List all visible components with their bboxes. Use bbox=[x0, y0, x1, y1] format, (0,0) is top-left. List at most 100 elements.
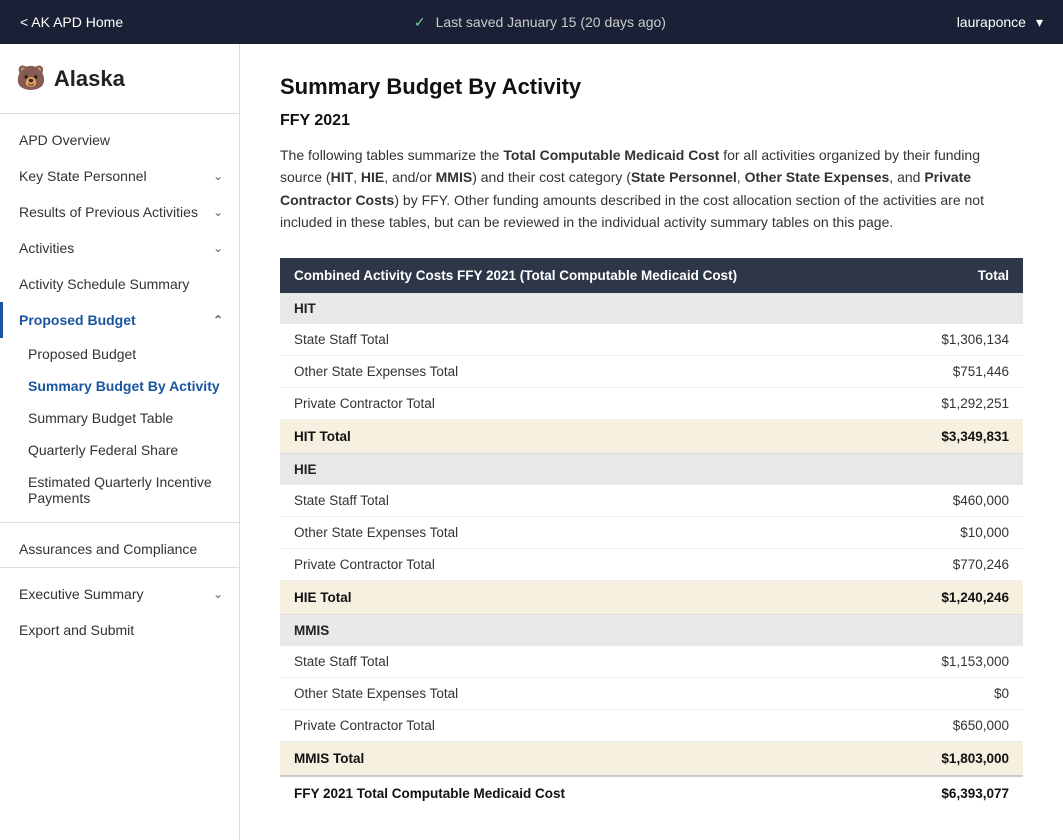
hie-state-staff-label: State Staff Total bbox=[280, 485, 903, 517]
logo-text: Alaska bbox=[54, 66, 125, 92]
table-row: State Staff Total $460,000 bbox=[280, 485, 1023, 517]
sidebar-sub-proposed-budget[interactable]: Proposed Budget bbox=[0, 338, 239, 370]
sidebar-item-results[interactable]: Results of Previous Activities ⌄ bbox=[0, 194, 239, 230]
sidebar-sub-label-quarterly-federal: Quarterly Federal Share bbox=[28, 442, 178, 458]
grand-total-label: FFY 2021 Total Computable Medicaid Cost bbox=[280, 776, 903, 810]
sidebar: 🐻 Alaska APD Overview Key State Personne… bbox=[0, 44, 240, 840]
sidebar-item-key-state-personnel[interactable]: Key State Personnel ⌄ bbox=[0, 158, 239, 194]
hit-total-row: HIT Total $3,349,831 bbox=[280, 419, 1023, 453]
grand-total-value: $6,393,077 bbox=[903, 776, 1023, 810]
username: lauraponce bbox=[957, 14, 1026, 30]
table-row: Other State Expenses Total $0 bbox=[280, 677, 1023, 709]
sidebar-item-apd-overview[interactable]: APD Overview bbox=[0, 122, 239, 158]
alaska-icon: 🐻 bbox=[16, 64, 46, 93]
sidebar-sub-label-summary-budget: Summary Budget By Activity bbox=[28, 378, 220, 394]
hit-state-staff-label: State Staff Total bbox=[280, 324, 903, 356]
sidebar-label-activity-schedule: Activity Schedule Summary bbox=[19, 276, 189, 292]
chevron-down-icon: ⌄ bbox=[213, 241, 223, 255]
hit-other-state-label: Other State Expenses Total bbox=[280, 355, 903, 387]
mmis-private-contractor-total: $650,000 bbox=[903, 709, 1023, 741]
table-row: Other State Expenses Total $751,446 bbox=[280, 355, 1023, 387]
sidebar-sub-estimated-quarterly[interactable]: Estimated Quarterly Incentive Payments bbox=[0, 466, 239, 514]
top-navigation: < AK APD Home ✓ Last saved January 15 (2… bbox=[0, 0, 1063, 44]
hie-other-state-label: Other State Expenses Total bbox=[280, 516, 903, 548]
ffy-label: FFY 2021 bbox=[280, 112, 1023, 130]
user-chevron-icon: ▾ bbox=[1036, 14, 1043, 31]
check-icon: ✓ bbox=[414, 14, 426, 31]
mmis-total-value: $1,803,000 bbox=[903, 741, 1023, 776]
budget-table: Combined Activity Costs FFY 2021 (Total … bbox=[280, 258, 1023, 810]
sidebar-label-results: Results of Previous Activities bbox=[19, 204, 198, 220]
main-wrapper: 🐻 Alaska APD Overview Key State Personne… bbox=[0, 44, 1063, 840]
sidebar-label-assurances: Assurances and Compliance bbox=[19, 541, 197, 557]
hie-other-state-total: $10,000 bbox=[903, 516, 1023, 548]
mmis-other-state-total: $0 bbox=[903, 677, 1023, 709]
sidebar-item-activity-schedule[interactable]: Activity Schedule Summary bbox=[0, 266, 239, 302]
page-description: The following tables summarize the Total… bbox=[280, 144, 1023, 234]
sidebar-item-export-submit[interactable]: Export and Submit bbox=[0, 612, 239, 648]
mmis-total-row: MMIS Total $1,803,000 bbox=[280, 741, 1023, 776]
chevron-down-icon: ⌄ bbox=[213, 169, 223, 183]
sidebar-logo: 🐻 Alaska bbox=[0, 64, 239, 113]
sidebar-label-key-state: Key State Personnel bbox=[19, 168, 147, 184]
nav-back[interactable]: < AK APD Home bbox=[20, 14, 123, 30]
sidebar-item-activities[interactable]: Activities ⌄ bbox=[0, 230, 239, 266]
table-header-label: Combined Activity Costs FFY 2021 (Total … bbox=[280, 258, 903, 293]
sidebar-label-proposed-budget: Proposed Budget bbox=[19, 312, 136, 328]
sidebar-divider-3 bbox=[0, 567, 239, 568]
sidebar-label-export-submit: Export and Submit bbox=[19, 622, 134, 638]
sidebar-item-assurances[interactable]: Assurances and Compliance bbox=[0, 531, 239, 567]
table-header-total: Total bbox=[903, 258, 1023, 293]
hie-private-contractor-label: Private Contractor Total bbox=[280, 548, 903, 580]
main-content: Summary Budget By Activity FFY 2021 The … bbox=[240, 44, 1063, 840]
mmis-other-state-label: Other State Expenses Total bbox=[280, 677, 903, 709]
hit-private-contractor-total: $1,292,251 bbox=[903, 387, 1023, 419]
sidebar-sub-label-summary-table: Summary Budget Table bbox=[28, 410, 173, 426]
sidebar-sub-label-estimated-quarterly: Estimated Quarterly Incentive Payments bbox=[28, 474, 212, 506]
table-row: Private Contractor Total $1,292,251 bbox=[280, 387, 1023, 419]
save-status-text: Last saved January 15 (20 days ago) bbox=[436, 14, 666, 30]
sidebar-sub-summary-budget-by-activity[interactable]: Summary Budget By Activity bbox=[0, 370, 239, 402]
sidebar-label-activities: Activities bbox=[19, 240, 74, 256]
table-row: Private Contractor Total $770,246 bbox=[280, 548, 1023, 580]
hie-total-row: HIE Total $1,240,246 bbox=[280, 580, 1023, 614]
sidebar-divider bbox=[0, 113, 239, 114]
sidebar-sub-quarterly-federal[interactable]: Quarterly Federal Share bbox=[0, 434, 239, 466]
chevron-up-icon: ⌃ bbox=[213, 313, 223, 327]
page-title: Summary Budget By Activity bbox=[280, 74, 1023, 100]
user-menu[interactable]: lauraponce ▾ bbox=[957, 14, 1043, 31]
sidebar-item-proposed-budget[interactable]: Proposed Budget ⌃ bbox=[0, 302, 239, 338]
back-link[interactable]: < AK APD Home bbox=[20, 14, 123, 30]
sidebar-divider-2 bbox=[0, 522, 239, 523]
save-status: ✓ Last saved January 15 (20 days ago) bbox=[414, 14, 666, 31]
chevron-down-icon: ⌄ bbox=[213, 205, 223, 219]
hie-state-staff-total: $460,000 bbox=[903, 485, 1023, 517]
table-row: State Staff Total $1,153,000 bbox=[280, 646, 1023, 678]
section-hit: HIT bbox=[280, 293, 1023, 324]
hie-total-value: $1,240,246 bbox=[903, 580, 1023, 614]
sidebar-sub-summary-budget-table[interactable]: Summary Budget Table bbox=[0, 402, 239, 434]
section-hie: HIE bbox=[280, 453, 1023, 485]
mmis-total-label: MMIS Total bbox=[280, 741, 903, 776]
sidebar-sub-label-proposed-budget: Proposed Budget bbox=[28, 346, 136, 362]
sidebar-label-apd-overview: APD Overview bbox=[19, 132, 110, 148]
section-hit-label: HIT bbox=[280, 293, 1023, 324]
hie-total-label: HIE Total bbox=[280, 580, 903, 614]
section-mmis-label: MMIS bbox=[280, 614, 1023, 646]
hie-private-contractor-total: $770,246 bbox=[903, 548, 1023, 580]
hit-state-staff-total: $1,306,134 bbox=[903, 324, 1023, 356]
chevron-down-icon: ⌄ bbox=[213, 587, 223, 601]
section-hie-label: HIE bbox=[280, 453, 1023, 485]
hit-other-state-total: $751,446 bbox=[903, 355, 1023, 387]
hit-private-contractor-label: Private Contractor Total bbox=[280, 387, 903, 419]
table-header-row: Combined Activity Costs FFY 2021 (Total … bbox=[280, 258, 1023, 293]
mmis-state-staff-label: State Staff Total bbox=[280, 646, 903, 678]
table-row: Other State Expenses Total $10,000 bbox=[280, 516, 1023, 548]
grand-total-row: FFY 2021 Total Computable Medicaid Cost … bbox=[280, 776, 1023, 810]
table-row: State Staff Total $1,306,134 bbox=[280, 324, 1023, 356]
sidebar-item-executive-summary[interactable]: Executive Summary ⌄ bbox=[0, 576, 239, 612]
section-mmis: MMIS bbox=[280, 614, 1023, 646]
mmis-state-staff-total: $1,153,000 bbox=[903, 646, 1023, 678]
table-row: Private Contractor Total $650,000 bbox=[280, 709, 1023, 741]
sidebar-label-executive-summary: Executive Summary bbox=[19, 586, 143, 602]
